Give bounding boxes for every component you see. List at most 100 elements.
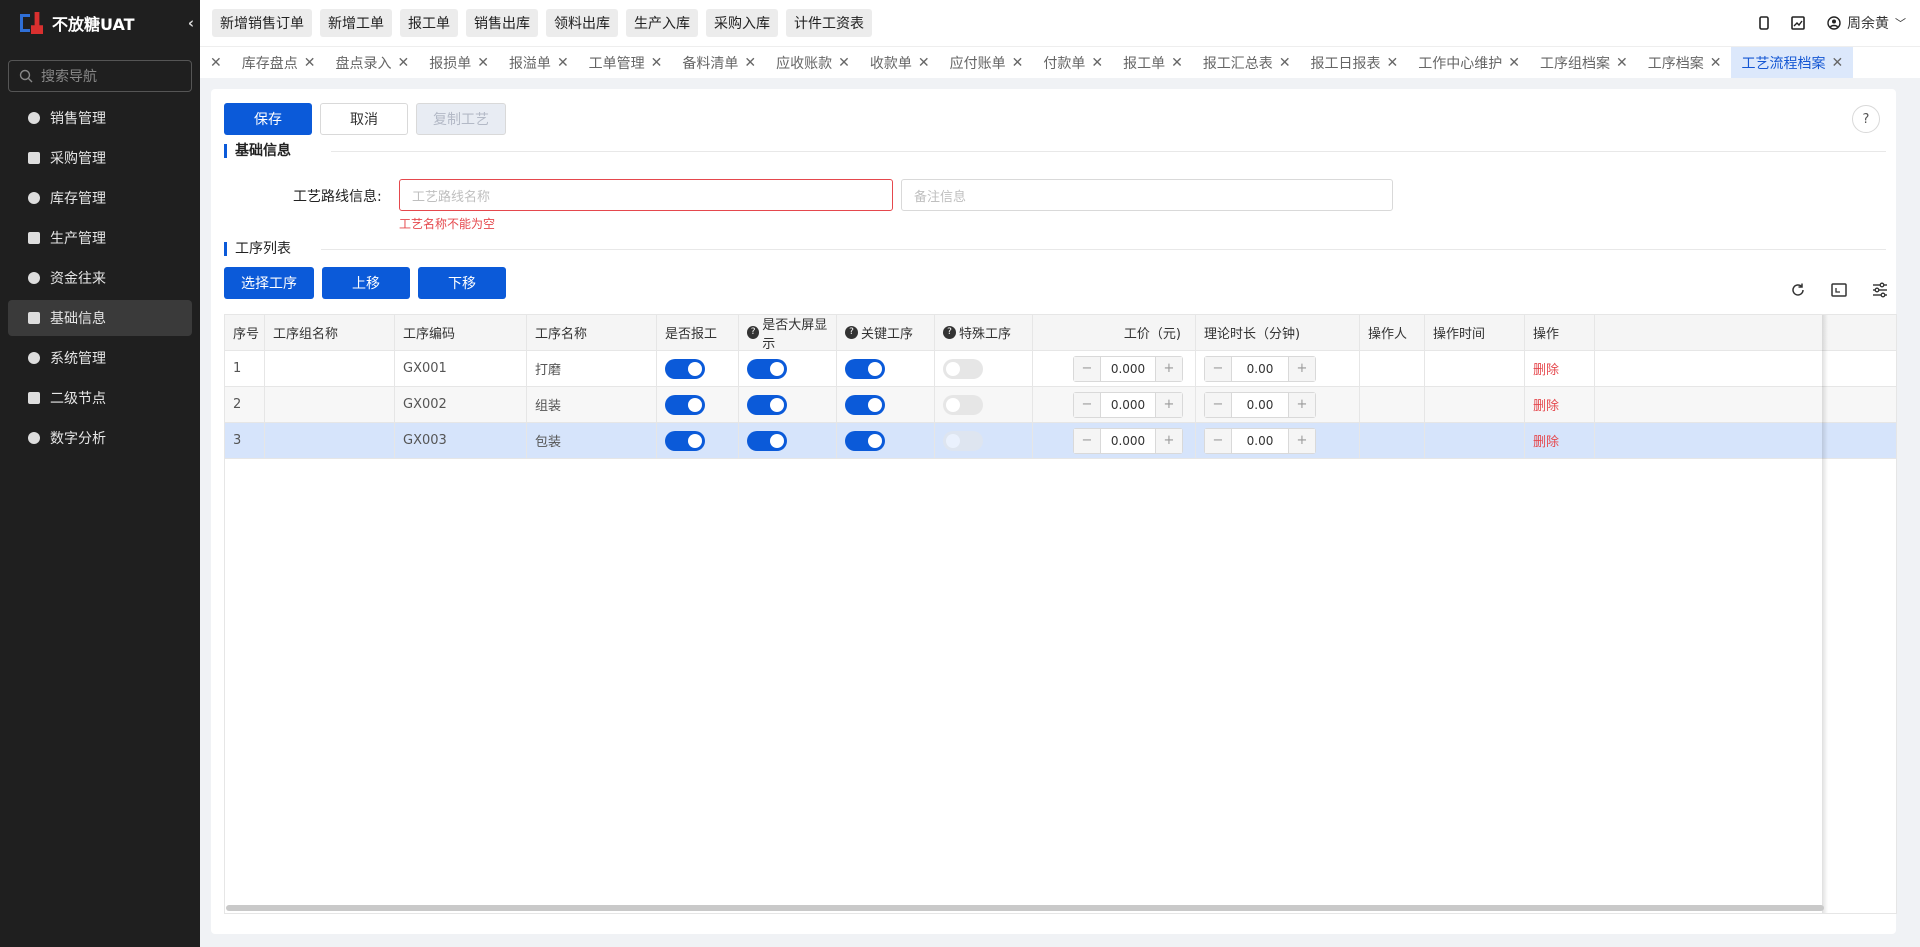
quick-action-button[interactable]: 销售出库	[466, 9, 538, 37]
plus-icon[interactable]: +	[1156, 392, 1182, 417]
tab-item[interactable]: 工艺流程档案 ✕	[1731, 47, 1854, 78]
tab-item[interactable]: 工单管理 ✕	[579, 47, 673, 78]
close-icon[interactable]: ✕	[1091, 55, 1103, 71]
refresh-icon[interactable]	[1789, 281, 1807, 299]
minus-icon[interactable]: −	[1205, 428, 1231, 453]
quick-action-button[interactable]: 生产入库	[626, 9, 698, 37]
close-icon[interactable]: ✕	[1710, 55, 1722, 71]
close-icon[interactable]: ✕	[1831, 55, 1843, 71]
key-toggle[interactable]	[845, 358, 885, 379]
sidebar-item-3[interactable]: 生产管理	[8, 220, 192, 256]
cancel-button[interactable]: 取消	[320, 103, 408, 135]
table-row[interactable]: 1 GX001 打磨 −0.000 + −0.00 + 删除	[225, 351, 1896, 387]
sidebar-item-2[interactable]: 库存管理	[8, 180, 192, 216]
close-icon[interactable]: ✕	[1508, 55, 1520, 71]
close-icon[interactable]: ✕	[744, 55, 756, 71]
horizontal-scrollbar[interactable]	[226, 905, 1824, 911]
table-row[interactable]: 3 GX003 包装 −0.000 + −0.00 + 删除	[225, 423, 1896, 459]
quick-action-button[interactable]: 领料出库	[546, 9, 618, 37]
sidebar-item-7[interactable]: 二级节点	[8, 380, 192, 416]
tab-item[interactable]: 报溢单 ✕	[499, 47, 579, 78]
table-row[interactable]: 2 GX002 组装 −0.000 + −0.00 + 删除	[225, 387, 1896, 423]
minus-icon[interactable]: −	[1205, 392, 1231, 417]
fullscreen-icon[interactable]	[1830, 281, 1848, 299]
price-stepper-value[interactable]: 0.000	[1100, 356, 1156, 381]
screen-toggle[interactable]	[747, 430, 787, 451]
nav-search-input[interactable]: 搜索导航	[8, 60, 192, 92]
plus-icon[interactable]: +	[1289, 356, 1315, 381]
help-icon[interactable]: ?	[1852, 105, 1880, 133]
close-icon[interactable]: ✕	[1616, 55, 1628, 71]
column-settings-icon[interactable]	[1871, 281, 1889, 299]
collapse-sidebar-icon[interactable]: ‹	[188, 14, 194, 32]
select-process-button[interactable]: 选择工序	[224, 267, 314, 299]
dashboard-icon[interactable]	[1791, 16, 1805, 30]
delete-link[interactable]: 删除	[1533, 395, 1559, 414]
close-icon[interactable]: ✕	[918, 55, 930, 71]
report-toggle[interactable]	[665, 430, 705, 451]
tab-item[interactable]: 工序档案 ✕	[1638, 47, 1732, 78]
sidebar-item-8[interactable]: 数字分析	[8, 420, 192, 456]
move-up-button[interactable]: 上移	[322, 267, 410, 299]
quick-action-button[interactable]: 新增销售订单	[212, 9, 312, 37]
tab-item[interactable]: 收款单 ✕	[860, 47, 940, 78]
screen-toggle[interactable]	[747, 358, 787, 379]
help-icon[interactable]: ?	[747, 326, 760, 339]
sidebar-item-5[interactable]: 基础信息	[8, 300, 192, 336]
tab-item[interactable]: 工序组档案 ✕	[1530, 47, 1638, 78]
move-down-button[interactable]: 下移	[418, 267, 506, 299]
minus-icon[interactable]: −	[1074, 428, 1100, 453]
tab-item[interactable]: 报工汇总表 ✕	[1193, 47, 1301, 78]
key-toggle[interactable]	[845, 394, 885, 415]
plus-icon[interactable]: +	[1289, 392, 1315, 417]
sidebar-item-1[interactable]: 采购管理	[8, 140, 192, 176]
help-icon[interactable]: ?	[943, 326, 956, 339]
report-toggle[interactable]	[665, 358, 705, 379]
tab-item[interactable]: 报损单 ✕	[419, 47, 499, 78]
close-icon[interactable]: ✕	[557, 55, 569, 71]
screen-toggle[interactable]	[747, 394, 787, 415]
special-toggle[interactable]	[943, 394, 983, 415]
plus-icon[interactable]: +	[1289, 428, 1315, 453]
special-toggle[interactable]	[943, 430, 983, 451]
minus-icon[interactable]: −	[1074, 392, 1100, 417]
duration-stepper-value[interactable]: 0.00	[1231, 356, 1289, 381]
tab-item[interactable]: 应付账单 ✕	[940, 47, 1034, 78]
close-icon[interactable]: ✕	[1387, 55, 1399, 71]
sidebar-item-0[interactable]: 销售管理	[8, 100, 192, 136]
mobile-icon[interactable]	[1759, 16, 1769, 30]
tab-item[interactable]: 报工单 ✕	[1113, 47, 1193, 78]
help-icon[interactable]: ?	[845, 326, 858, 339]
delete-link[interactable]: 删除	[1533, 431, 1559, 450]
duration-stepper-value[interactable]: 0.00	[1231, 392, 1289, 417]
tab-item[interactable]: 应收账款 ✕	[766, 47, 860, 78]
quick-action-button[interactable]: 新增工单	[320, 9, 392, 37]
close-icon[interactable]: ✕	[1279, 55, 1291, 71]
route-name-input[interactable]: 工艺路线名称	[399, 179, 893, 211]
plus-icon[interactable]: +	[1156, 428, 1182, 453]
report-toggle[interactable]	[665, 394, 705, 415]
remark-input[interactable]: 备注信息	[901, 179, 1393, 211]
delete-link[interactable]: 删除	[1533, 359, 1559, 378]
tab-item[interactable]: 备料清单 ✕	[672, 47, 766, 78]
sidebar-item-6[interactable]: 系统管理	[8, 340, 192, 376]
quick-action-button[interactable]: 采购入库	[706, 9, 778, 37]
price-stepper-value[interactable]: 0.000	[1100, 392, 1156, 417]
quick-action-button[interactable]: 计件工资表	[786, 9, 872, 37]
quick-action-button[interactable]: 报工单	[400, 9, 458, 37]
user-menu[interactable]: 周余黄 ﹀	[1827, 13, 1906, 33]
close-icon[interactable]: ✕	[477, 55, 489, 71]
tab-item[interactable]: 工作中心维护 ✕	[1408, 47, 1530, 78]
close-icon[interactable]: ✕	[304, 55, 316, 71]
close-icon[interactable]: ✕	[397, 55, 409, 71]
tab-item[interactable]: 盘点录入 ✕	[325, 47, 419, 78]
save-button[interactable]: 保存	[224, 103, 312, 135]
sidebar-item-4[interactable]: 资金往来	[8, 260, 192, 296]
special-toggle[interactable]	[943, 358, 983, 379]
duration-stepper-value[interactable]: 0.00	[1231, 428, 1289, 453]
tab-item[interactable]: 报工日报表 ✕	[1301, 47, 1409, 78]
close-icon[interactable]: ✕	[1012, 55, 1024, 71]
close-icon[interactable]: ✕	[838, 55, 850, 71]
tab-close-icon[interactable]: ✕	[200, 47, 232, 78]
tab-item[interactable]: 付款单 ✕	[1033, 47, 1113, 78]
